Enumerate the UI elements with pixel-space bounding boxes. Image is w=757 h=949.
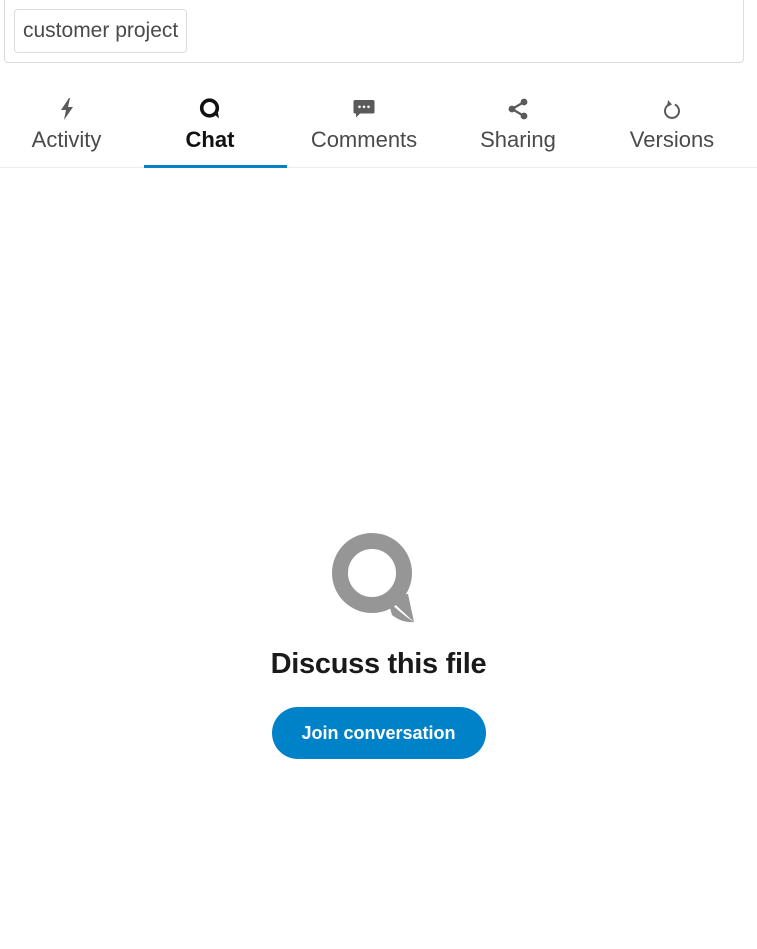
tab-chat-label: Chat bbox=[185, 127, 235, 152]
system-tags-box[interactable]: customer project bbox=[4, 0, 744, 63]
tag-chip-label: customer project bbox=[23, 19, 179, 42]
tab-activity-label: Activity bbox=[31, 127, 102, 152]
share-icon bbox=[507, 94, 529, 124]
tab-comments-label: Comments bbox=[310, 127, 418, 152]
comment-icon bbox=[353, 94, 375, 124]
tab-chat[interactable]: Chat bbox=[133, 84, 287, 168]
tab-versions[interactable]: Versions bbox=[595, 84, 749, 167]
tab-activity[interactable]: Activity bbox=[0, 84, 133, 167]
join-conversation-button[interactable]: Join conversation bbox=[271, 707, 486, 759]
tab-comments[interactable]: Comments bbox=[287, 84, 441, 167]
tab-versions-label: Versions bbox=[629, 127, 715, 152]
sidebar-tabs: Activity Chat Comments Sharing Versions bbox=[0, 84, 757, 168]
empty-state: Discuss this file Join conversation bbox=[0, 530, 757, 759]
tag-chip[interactable]: customer project bbox=[14, 9, 188, 53]
tab-sharing-label: Sharing bbox=[480, 127, 556, 152]
lightning-icon bbox=[60, 94, 74, 124]
tab-sharing[interactable]: Sharing bbox=[441, 84, 595, 167]
history-icon bbox=[662, 94, 682, 124]
empty-state-title: Discuss this file bbox=[270, 648, 487, 680]
talk-icon bbox=[328, 530, 424, 626]
talk-icon bbox=[198, 94, 222, 124]
